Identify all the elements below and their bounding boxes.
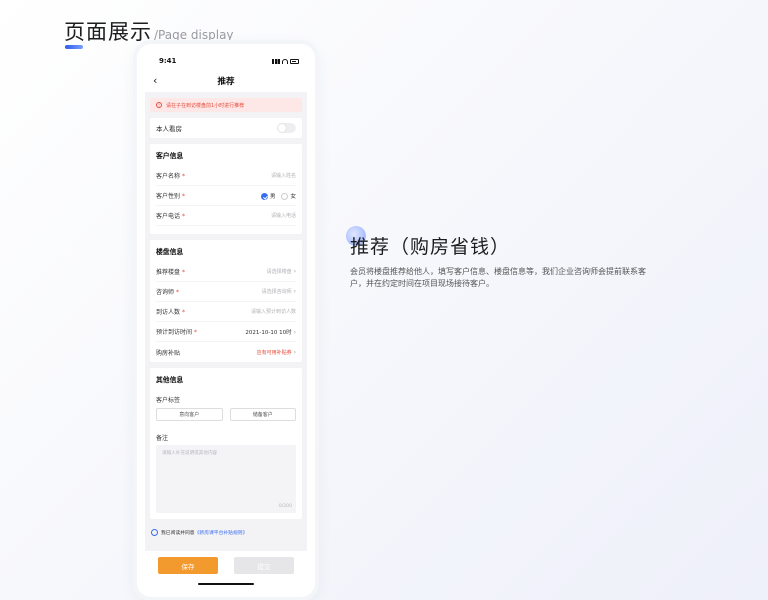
visit-time-row[interactable]: 预计到访时间 * 2021-10-10 10时 › [156, 322, 296, 342]
chevron-right-icon: › [293, 348, 296, 356]
property-section-title: 楼盘信息 [156, 248, 184, 256]
agreement-row: 我已阅读并同意 《新房课平台补贴规则》 [145, 527, 307, 537]
gender-female-radio[interactable]: 女 [281, 192, 296, 200]
chevron-right-icon: › [293, 288, 296, 295]
phone-mockup: 9:41 ‹ 推荐 ! 请在子在到访楼盘前1小时进行推荐 本人看房 客户信息 客… [137, 44, 315, 597]
recommend-property-row[interactable]: 推荐楼盘 * 请选择楼盘 › [156, 262, 296, 282]
note-char-count: 0/200 [278, 504, 292, 509]
advisor-row[interactable]: 咨询师 * 请选择咨询师 › [156, 282, 296, 302]
subsidy-row[interactable]: 购房补贴 应有可用补贴券 › [156, 342, 296, 362]
info-icon: ! [156, 102, 162, 108]
recommend-property-select[interactable]: 请选择楼盘 [267, 269, 292, 275]
customer-tags: 意向客户 储备客户 [156, 408, 296, 421]
customer-name-label: 客户名称 [156, 173, 181, 180]
feature-description: 推荐（购房省钱） 会员将楼盘推荐给他人，填写客户信息、楼盘信息等，我们企业咨询师… [346, 226, 650, 290]
agreement-text: 我已阅读并同意 [161, 530, 195, 536]
self-visit-card: 本人看房 [150, 118, 302, 138]
customer-phone-label: 客户电话 [156, 213, 181, 220]
wifi-icon [282, 58, 288, 64]
self-visit-label: 本人看房 [156, 125, 182, 133]
feature-title: 推荐（购房省钱） [350, 236, 511, 258]
home-indicator [198, 583, 254, 585]
visitors-input[interactable]: 请输入预计到访人数 [251, 308, 296, 315]
back-icon[interactable]: ‹ [153, 74, 157, 87]
notice-text: 请在子在到访楼盘前1小时进行推荐 [166, 102, 245, 109]
chevron-right-icon: › [293, 268, 296, 275]
battery-icon [290, 58, 299, 64]
tag-intent-customer[interactable]: 意向客户 [156, 408, 223, 421]
customer-phone-input[interactable]: 请输入电话 [271, 212, 296, 219]
customer-gender-label: 客户性别 [156, 193, 181, 200]
visit-time-select[interactable]: 2021-10-10 10时 [245, 330, 291, 336]
phone-screen: 9:41 ‹ 推荐 ! 请在子在到访楼盘前1小时进行推荐 本人看房 客户信息 客… [145, 52, 307, 589]
page-heading: 页面展示 /Page display [64, 16, 234, 49]
customer-name-input[interactable]: 请输入姓名 [271, 172, 296, 179]
status-time: 9:41 [159, 57, 177, 65]
customer-tags-label: 客户标签 [156, 396, 181, 404]
advisor-select[interactable]: 请选择咨询师 [262, 289, 292, 295]
customer-name-row[interactable]: 客户名称 * 请输入姓名 [156, 166, 296, 186]
gender-male-radio[interactable]: 男 [260, 192, 275, 200]
note-label: 备注 [156, 434, 169, 442]
submit-button[interactable]: 提交 [234, 557, 294, 574]
status-bar: 9:41 [145, 52, 307, 70]
note-placeholder: 请输入补充说明或其他内容 [162, 451, 218, 456]
note-textarea[interactable]: 请输入补充说明或其他内容 0/200 [156, 445, 296, 513]
nav-bar: ‹ 推荐 [145, 70, 307, 92]
self-visit-toggle[interactable] [277, 123, 296, 133]
other-section-title: 其他信息 [156, 376, 184, 384]
agreement-link[interactable]: 《新房课平台补贴规则》 [195, 529, 248, 536]
other-info-card: 其他信息 客户标签 意向客户 储备客户 备注 请输入补充说明或其他内容 0/20… [150, 368, 302, 519]
tag-reserve-customer[interactable]: 储备客户 [229, 408, 296, 421]
bottom-action-bar: 保存 提交 [145, 551, 307, 589]
page-heading-title: 页面展示 [64, 16, 152, 49]
agreement-checkbox[interactable] [151, 528, 158, 536]
save-button[interactable]: 保存 [158, 557, 218, 574]
page-heading-subtitle: /Page display [154, 28, 234, 42]
customer-gender-row: 客户性别 * 男 女 [156, 186, 296, 206]
chevron-right-icon: › [293, 328, 296, 336]
status-icons [272, 58, 299, 64]
visitors-row[interactable]: 到访人数 * 请输入预计到访人数 [156, 302, 296, 322]
notice-banner: ! 请在子在到访楼盘前1小时进行推荐 [150, 98, 302, 112]
customer-section-title: 客户信息 [156, 152, 184, 160]
subsidy-select[interactable]: 应有可用补贴券 [257, 350, 292, 356]
feature-body: 会员将楼盘推荐给他人，填写客户信息、楼盘信息等，我们企业咨询师会提前联系客户，并… [350, 267, 646, 288]
nav-title: 推荐 [217, 77, 235, 87]
customer-info-card: 客户信息 客户名称 * 请输入姓名 客户性别 * 男 女 客户电话 * 请输入电话 [150, 144, 302, 234]
property-info-card: 楼盘信息 推荐楼盘 * 请选择楼盘 › 咨询师 * 请选择咨询师 › 到访人数 * 请输入… [150, 240, 302, 362]
signal-icon [272, 58, 280, 64]
customer-phone-row[interactable]: 客户电话 * 请输入电话 [156, 206, 296, 226]
